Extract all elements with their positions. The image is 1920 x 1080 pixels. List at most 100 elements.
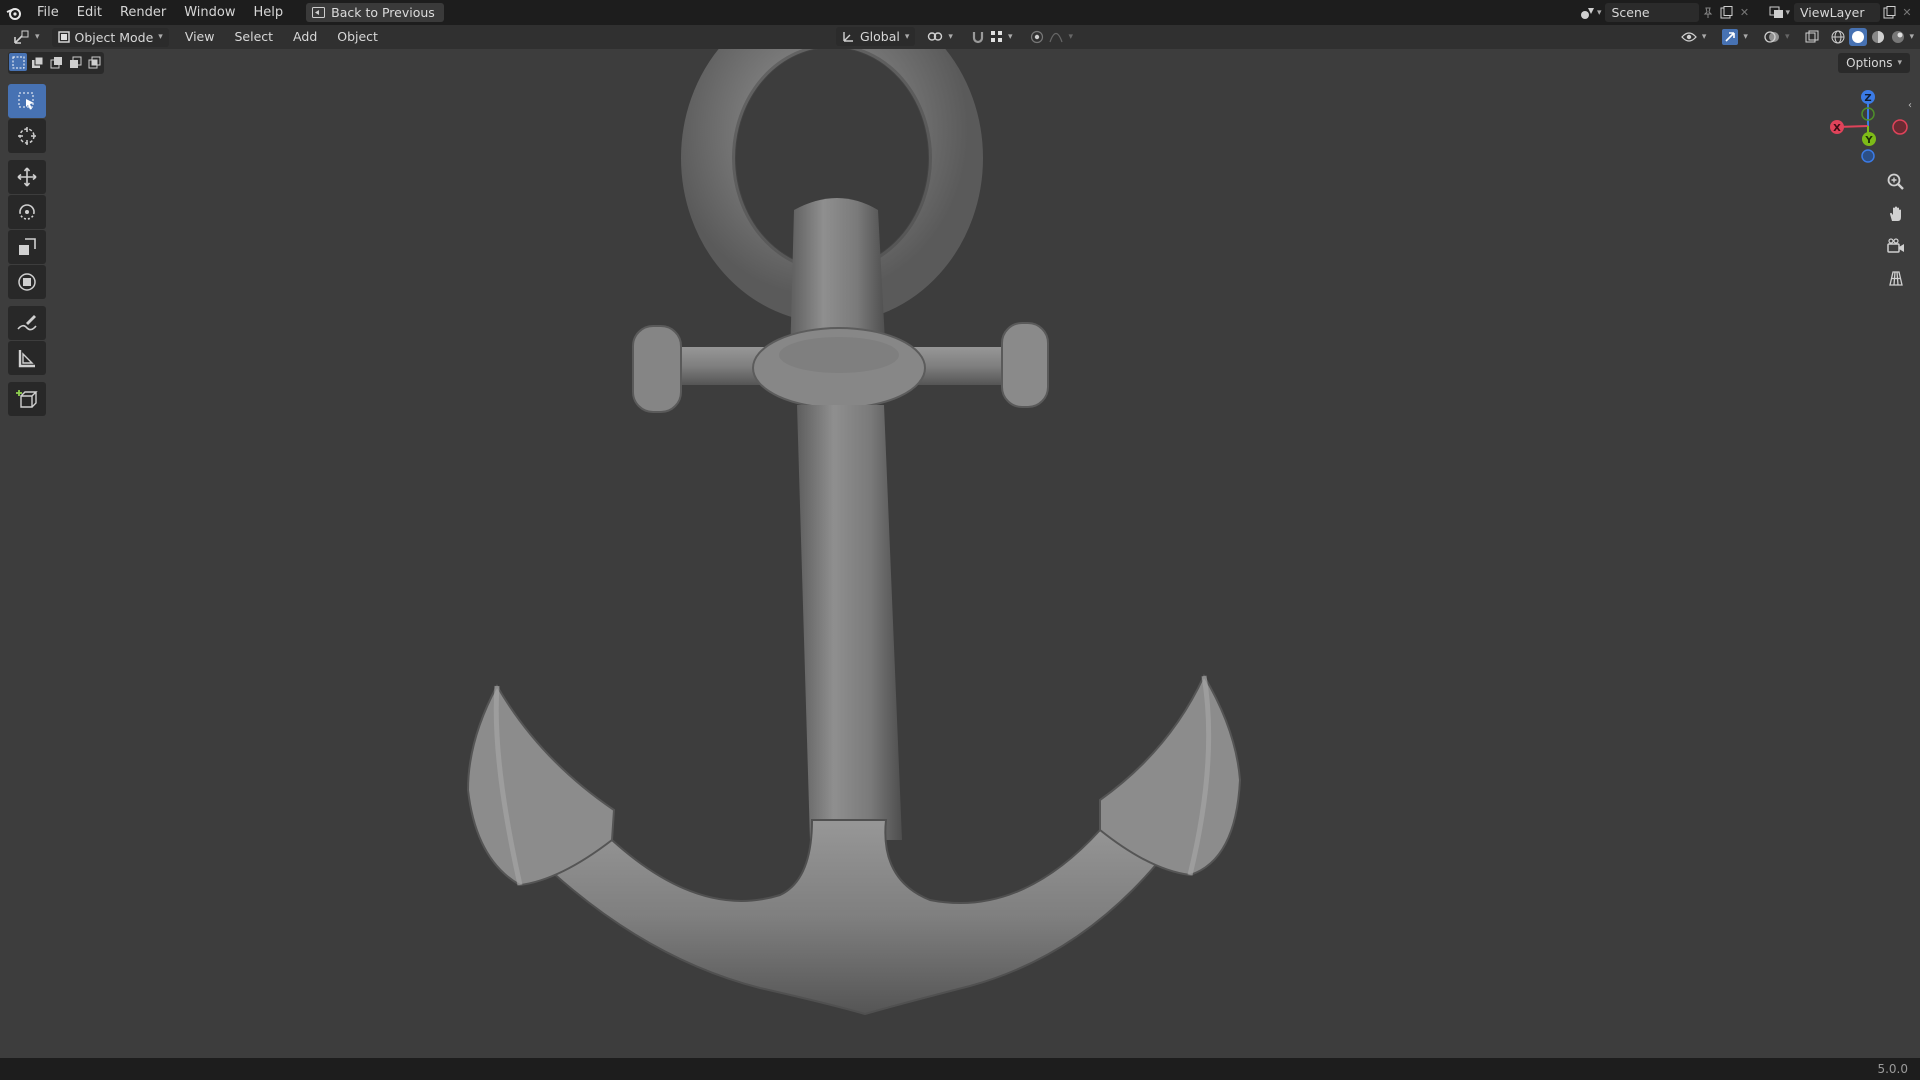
- select-extend-icon[interactable]: [28, 53, 46, 71]
- transform-controls: Global ▾ ▾ ▾ ▾: [836, 27, 1079, 46]
- xray-toggle[interactable]: [1799, 27, 1825, 46]
- editor-type-button[interactable]: ▾: [8, 28, 46, 47]
- pivot-point-dropdown[interactable]: ▾: [921, 27, 959, 46]
- scale-icon: [19, 238, 36, 255]
- ortho-toggle-button[interactable]: [1882, 264, 1910, 292]
- gizmo-x-label: X: [1833, 123, 1841, 134]
- select-box-tool[interactable]: [8, 84, 46, 118]
- annotate-icon: [17, 315, 37, 331]
- object-mode-dropdown[interactable]: Object Mode ▾: [51, 27, 169, 47]
- viewport-navigation: [1882, 168, 1912, 292]
- transform-tool[interactable]: [8, 265, 46, 299]
- new-scene-icon[interactable]: [1717, 4, 1735, 22]
- select-invert-icon[interactable]: [66, 53, 84, 71]
- proportional-edit-toggle[interactable]: ▾: [1024, 27, 1079, 46]
- view-layer-name: ViewLayer: [1800, 5, 1865, 20]
- blender-logo-icon[interactable]: [0, 0, 28, 25]
- solid-shading-icon[interactable]: [1849, 27, 1868, 46]
- material-shading-icon[interactable]: [1869, 28, 1887, 46]
- back-screen-icon: [312, 7, 326, 18]
- options-label: Options: [1846, 56, 1893, 70]
- scale-tool[interactable]: [8, 230, 46, 264]
- annotate-tool[interactable]: [8, 306, 46, 340]
- anchor-left-fluke: [466, 683, 616, 887]
- camera-view-button[interactable]: [1882, 232, 1910, 260]
- orientation-label: Global: [860, 29, 900, 44]
- menu-help[interactable]: Help: [245, 0, 293, 25]
- new-view-layer-icon[interactable]: [1880, 4, 1898, 22]
- ortho-grid-icon: [1889, 271, 1903, 286]
- viewport-header: ▾ Object Mode ▾ View Select Add Object G…: [0, 25, 1920, 49]
- falloff-curve-icon: [1049, 32, 1064, 42]
- menu-window[interactable]: Window: [175, 0, 244, 25]
- delete-view-layer-icon[interactable]: ✕: [1898, 4, 1916, 22]
- header-menu-view[interactable]: View: [175, 25, 225, 49]
- anchor-arms: [550, 819, 1162, 1016]
- header-menu-add[interactable]: Add: [283, 25, 327, 49]
- sidebar-toggle-arrow-icon[interactable]: ‹: [1908, 100, 1912, 111]
- anchor-shaft: [797, 405, 902, 840]
- zoom-button[interactable]: [1882, 168, 1910, 196]
- pan-hand-icon: [1890, 206, 1901, 221]
- select-new-icon[interactable]: [9, 53, 27, 71]
- rendered-shading-icon[interactable]: [1889, 28, 1907, 46]
- object-mode-chevron-icon: ▾: [158, 32, 163, 42]
- add-cube-tool[interactable]: [8, 382, 46, 416]
- menu-file[interactable]: File: [28, 0, 68, 25]
- scene-name: Scene: [1611, 5, 1650, 20]
- visibility-eye-icon: [1681, 31, 1697, 42]
- overlays-chevron-icon: ▾: [1784, 31, 1790, 42]
- falloff-chevron-icon: ▾: [1068, 31, 1073, 42]
- pivot-chevron-icon: ▾: [948, 31, 953, 42]
- shading-chevron-icon[interactable]: ▾: [1909, 32, 1914, 42]
- overlays-toggle[interactable]: ▾: [1758, 27, 1796, 46]
- menu-edit[interactable]: Edit: [68, 0, 111, 25]
- navigation-gizmo[interactable]: Z X Y: [1822, 86, 1912, 168]
- scene-name-field[interactable]: Scene: [1605, 3, 1700, 22]
- snap-magnet-icon: [972, 31, 984, 43]
- move-tool[interactable]: [8, 160, 46, 194]
- wireframe-shading-icon[interactable]: [1829, 28, 1847, 46]
- select-box-icon: [18, 92, 34, 110]
- shading-controls: ▾ ▾ ▾ ▾: [1675, 27, 1914, 46]
- delete-scene-icon[interactable]: ✕: [1735, 4, 1753, 22]
- header-menu-object[interactable]: Object: [327, 25, 388, 49]
- scene-selector-icon[interactable]: [1579, 4, 1597, 22]
- visibility-chevron-icon: ▾: [1701, 31, 1707, 42]
- rotate-tool[interactable]: [8, 195, 46, 229]
- select-subtract-icon[interactable]: [47, 53, 65, 71]
- view-layer-field[interactable]: ViewLayer: [1794, 3, 1880, 22]
- select-intersect-icon[interactable]: [85, 53, 103, 71]
- snap-toggle[interactable]: ▾: [965, 27, 1019, 46]
- shading-mode-group: ▾: [1829, 27, 1914, 46]
- visibility-dropdown[interactable]: ▾: [1675, 27, 1713, 46]
- options-dropdown[interactable]: Options ▾: [1838, 53, 1910, 73]
- add-cube-icon: [16, 390, 38, 408]
- object-mode-label: Object Mode: [74, 29, 154, 45]
- back-to-previous-button[interactable]: Back to Previous: [306, 3, 444, 22]
- gizmo-toggle[interactable]: ▾: [1716, 27, 1754, 46]
- pin-icon[interactable]: [1699, 4, 1717, 22]
- gizmo-arrow-icon: [1722, 28, 1739, 45]
- scene-chevron-down-icon[interactable]: ▾: [1597, 8, 1602, 18]
- selection-mode-group: [8, 52, 104, 74]
- view-layer-icon[interactable]: [1767, 4, 1785, 22]
- cursor-icon: [18, 127, 36, 145]
- orientation-dropdown[interactable]: Global ▾: [836, 27, 916, 46]
- header-menu-select[interactable]: Select: [224, 25, 283, 49]
- orientation-chevron-icon: ▾: [904, 31, 910, 42]
- status-bar: 5.0.0: [0, 1058, 1920, 1080]
- gizmo-y-label: Y: [1864, 135, 1873, 146]
- pan-button[interactable]: [1882, 200, 1910, 228]
- editor-type-chevron-icon: ▾: [35, 32, 40, 42]
- anchor-right-fluke: [1099, 673, 1242, 877]
- viewport-anchor-model[interactable]: [0, 0, 1920, 1080]
- snap-chevron-icon: ▾: [1007, 31, 1013, 42]
- orientation-axes-icon: [843, 32, 853, 42]
- cursor-tool[interactable]: [8, 119, 46, 153]
- snap-grid-icon: [990, 31, 1002, 42]
- version-label: 5.0.0: [1877, 1062, 1908, 1076]
- measure-tool[interactable]: [8, 341, 46, 375]
- menu-render[interactable]: Render: [111, 0, 175, 25]
- view-layer-chevron-down-icon[interactable]: ▾: [1785, 8, 1790, 18]
